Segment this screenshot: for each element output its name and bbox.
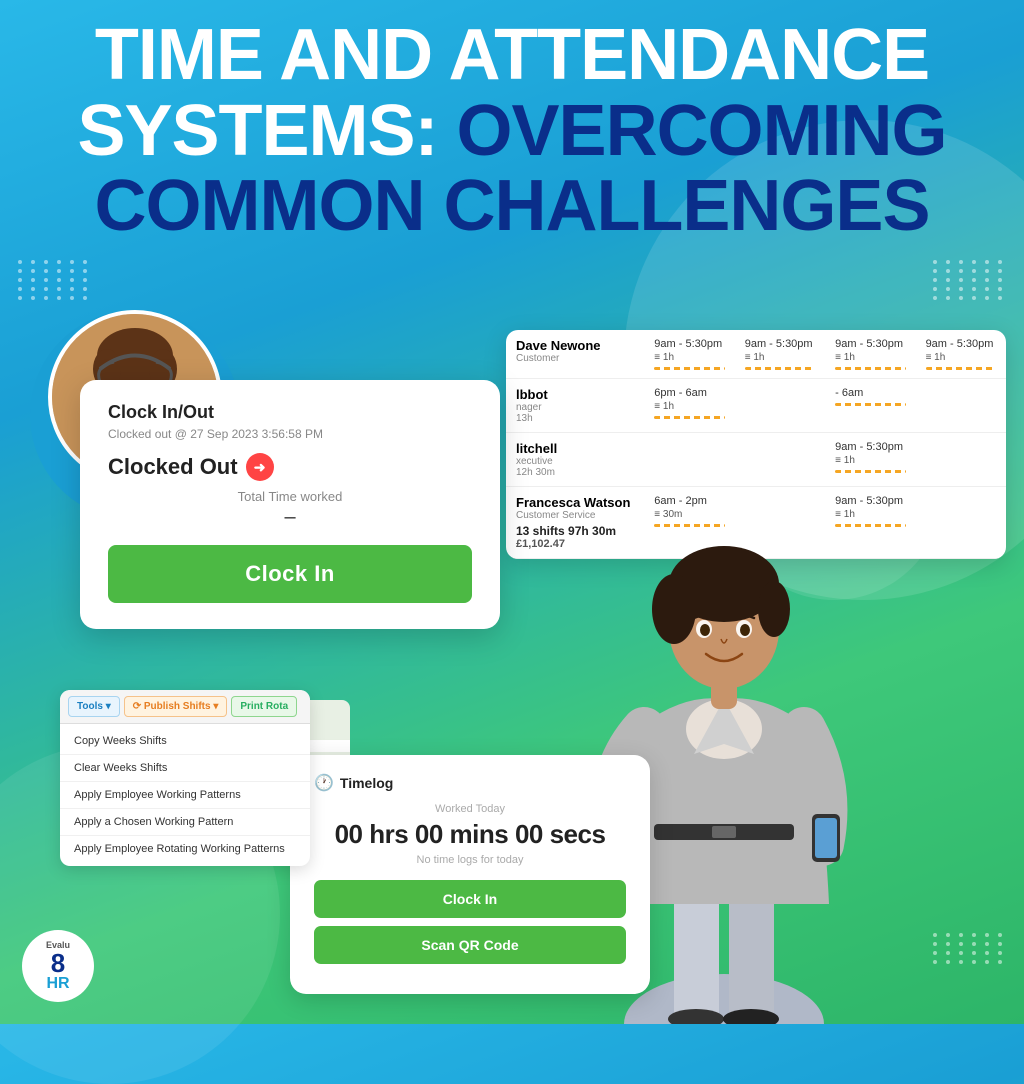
menu-item-apply-rotating[interactable]: Apply Employee Rotating Working Patterns xyxy=(60,836,310,862)
logo-num-text: 8 xyxy=(51,950,65,976)
timelog-scan-qr-button[interactable]: Scan QR Code xyxy=(314,926,626,964)
title-line1: TIME AND ATTENDANCE xyxy=(95,15,929,95)
clock-inout-card: Clock In/Out Clocked out @ 27 Sep 2023 3… xyxy=(80,380,500,629)
title-line2-white: SYSTEMS: xyxy=(77,91,456,171)
menu-item-apply-emp[interactable]: Apply Employee Working Patterns xyxy=(60,782,310,809)
menu-item-copy[interactable]: Copy Weeks Shifts xyxy=(60,728,310,755)
card-title: Clock In/Out xyxy=(108,402,472,423)
employee-name: lbbot nager 13h xyxy=(506,379,644,433)
dot-pattern-top-left xyxy=(18,260,91,300)
shift-cell: 9am - 5:30pm ≡ 1h xyxy=(644,330,734,379)
shift-cell xyxy=(916,379,1006,433)
shift-cell: 9am - 5:30pm ≡ 1h xyxy=(916,330,1006,379)
tools-toolbar: Tools ▾ ⟳ Publish Shifts ▾ Print Rota xyxy=(60,690,310,724)
tools-button[interactable]: Tools ▾ xyxy=(68,696,120,717)
logo-hr-text: HR xyxy=(46,976,69,992)
total-time-label: Total Time worked xyxy=(108,489,472,504)
tools-menu: Copy Weeks Shifts Clear Weeks Shifts App… xyxy=(60,724,310,866)
table-row: lbbot nager 13h 6pm - 6am ≡ 1h - 6am xyxy=(506,379,1006,433)
timelog-no-logs: No time logs for today xyxy=(314,854,626,866)
shift-cell: 9am - 5:30pm ≡ 1h xyxy=(735,330,825,379)
shift-cell: - 6am xyxy=(825,379,915,433)
shift-cell xyxy=(735,379,825,433)
time-dash: – xyxy=(108,506,472,529)
header-section: TIME AND ATTENDANCE SYSTEMS: OVERCOMING … xyxy=(0,18,1024,245)
header-title: TIME AND ATTENDANCE SYSTEMS: OVERCOMING … xyxy=(30,18,994,245)
shift-cell xyxy=(916,433,1006,487)
employee-name: Dave Newone Customer xyxy=(506,330,644,379)
title-line3: COMMON CHALLENGES xyxy=(95,166,930,246)
menu-item-apply-chosen[interactable]: Apply a Chosen Working Pattern xyxy=(60,809,310,836)
shift-cell: 6pm - 6am ≡ 1h xyxy=(644,379,734,433)
timelog-header: 🕐 Timelog xyxy=(314,773,626,793)
table-row: Dave Newone Customer 9am - 5:30pm ≡ 1h 9… xyxy=(506,330,1006,379)
timelog-title: Timelog xyxy=(340,775,393,791)
timelog-card: 🕐 Timelog Worked Today 00 hrs 00 mins 00… xyxy=(290,755,650,994)
clocked-out-label: Clocked Out ➜ xyxy=(108,453,472,481)
shift-cell: 9am - 5:30pm ≡ 1h xyxy=(825,330,915,379)
timelog-clock-in-button[interactable]: Clock In xyxy=(314,880,626,918)
tools-card: Tools ▾ ⟳ Publish Shifts ▾ Print Rota Co… xyxy=(60,690,310,866)
dot-pattern-bottom-right xyxy=(933,933,1006,964)
publish-shifts-button[interactable]: ⟳ Publish Shifts ▾ xyxy=(124,696,228,717)
clock-in-button[interactable]: Clock In xyxy=(108,545,472,603)
clock-icon: 🕐 xyxy=(314,773,334,793)
title-line2-blue: OVERCOMING xyxy=(457,91,947,171)
print-rota-button[interactable]: Print Rota xyxy=(231,696,297,717)
timelog-worked-label: Worked Today xyxy=(314,803,626,815)
clocked-status: Clocked out @ 27 Sep 2023 3:56:58 PM xyxy=(108,427,472,441)
timelog-time: 00 hrs 00 mins 00 secs xyxy=(314,819,626,850)
logo-badge: Evalu 8 HR xyxy=(22,930,94,1002)
shift-cell xyxy=(916,487,1006,559)
clock-out-arrow-icon: ➜ xyxy=(246,453,274,481)
menu-item-clear[interactable]: Clear Weeks Shifts xyxy=(60,755,310,782)
dot-pattern-top-right xyxy=(933,260,1006,300)
